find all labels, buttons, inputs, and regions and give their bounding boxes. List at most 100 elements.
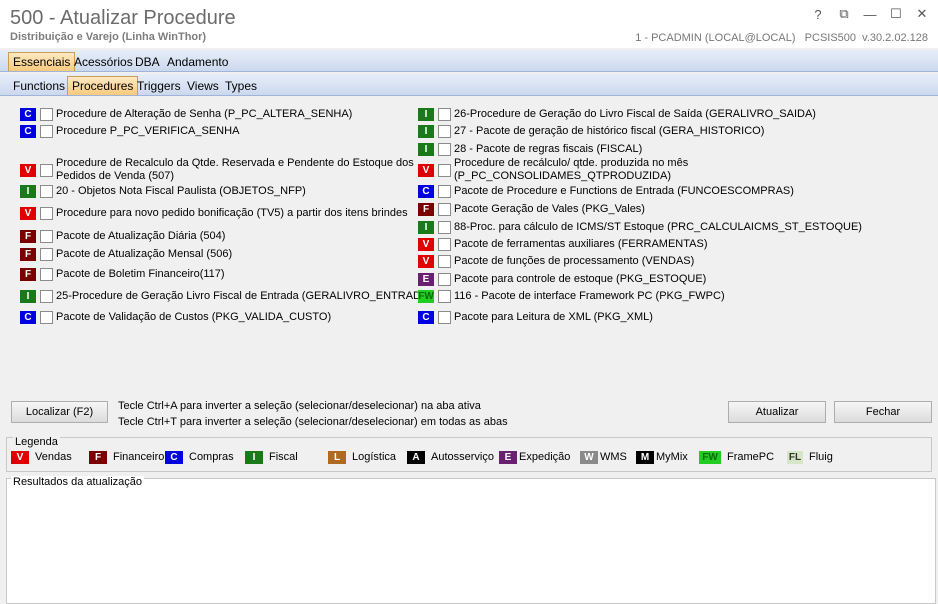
window-title: 500 - Atualizar Procedure <box>10 7 236 29</box>
procedure-label: Procedure de Alteração de Senha (P_PC_AL… <box>56 107 353 120</box>
legend-label: Fiscal <box>269 451 298 463</box>
procedure-item[interactable]: I 26-Procedure de Geração do Livro Fisca… <box>418 105 816 123</box>
procedure-item[interactable]: C Pacote de Procedure e Functions de Ent… <box>418 182 794 200</box>
hint-ctrl-a: Tecle Ctrl+A para inverter a seleção (se… <box>118 400 481 412</box>
tab-procedures[interactable]: Procedures <box>67 76 139 95</box>
window-subtitle: Distribuição e Varejo (Linha WinThor) <box>10 31 207 43</box>
procedure-checkbox[interactable] <box>438 163 451 177</box>
legend-item: E Expedição <box>499 450 570 464</box>
legend-label: Autosserviço <box>431 451 494 463</box>
category-badge: F <box>20 267 36 281</box>
procedure-item[interactable]: I 25-Procedure de Geração Livro Fiscal d… <box>20 287 432 305</box>
legend-label: Logística <box>352 451 397 463</box>
localizar-button[interactable]: Localizar (F2) <box>11 401 108 423</box>
procedure-checkbox[interactable] <box>40 124 53 138</box>
procedure-item[interactable]: V Pacote de funções de processamento (VE… <box>418 252 694 270</box>
category-badge: V <box>418 254 434 268</box>
procedure-item[interactable]: V Procedure de recálculo/ qtde. produzid… <box>418 156 748 184</box>
close-icon[interactable]: ✕ <box>912 6 932 22</box>
procedure-label: Pacote de ferramentas auxiliares (FERRAM… <box>454 237 708 250</box>
legend-box: Legenda V Vendas F Financeiro C Compras … <box>6 436 932 472</box>
legend-badge: C <box>165 450 183 464</box>
window-controls: ? ⧉ — ☐ ✕ <box>808 6 932 22</box>
tab-dba[interactable]: DBA <box>130 52 165 71</box>
procedure-checkbox[interactable] <box>438 237 451 251</box>
fechar-button[interactable]: Fechar <box>834 401 932 423</box>
tab-functions[interactable]: Functions <box>8 76 70 95</box>
procedure-checkbox[interactable] <box>40 206 53 220</box>
procedure-checkbox[interactable] <box>438 184 451 198</box>
procedure-item[interactable]: V Pacote de ferramentas auxiliares (FERR… <box>418 235 708 253</box>
procedure-checkbox[interactable] <box>438 310 451 324</box>
procedure-item[interactable]: V Procedure de Recalculo da Qtde. Reserv… <box>20 156 415 184</box>
tab-views[interactable]: Views <box>182 76 224 95</box>
category-badge: FW <box>418 289 434 303</box>
procedure-checkbox[interactable] <box>438 220 451 234</box>
tab-andamento[interactable]: Andamento <box>162 52 233 71</box>
procedure-label: Procedure P_PC_VERIFICA_SENHA <box>56 124 240 137</box>
procedure-item[interactable]: C Procedure P_PC_VERIFICA_SENHA <box>20 122 239 140</box>
sub-tab-bar: Functions Procedures Triggers Views Type… <box>0 74 938 96</box>
procedure-label: Pacote para Leitura de XML (PKG_XML) <box>454 310 653 323</box>
procedure-item[interactable]: E Pacote para controle de estoque (PKG_E… <box>418 270 706 288</box>
procedure-checkbox[interactable] <box>438 142 451 156</box>
procedure-item[interactable]: F Pacote Geração de Vales (PKG_Vales) <box>418 200 645 218</box>
restore-icon[interactable]: ⧉ <box>834 6 854 22</box>
results-box[interactable]: Resultados da atualização <box>6 476 936 604</box>
atualizar-button[interactable]: Atualizar <box>728 401 826 423</box>
procedure-checkbox[interactable] <box>438 124 451 138</box>
procedure-item[interactable]: F Pacote de Atualização Mensal (506) <box>20 245 232 263</box>
tab-types[interactable]: Types <box>220 76 262 95</box>
legend-label: Financeiro <box>113 451 165 463</box>
legend-badge: W <box>580 450 598 464</box>
tab-essenciais[interactable]: Essenciais <box>8 52 76 71</box>
category-badge: V <box>418 163 434 177</box>
main-tab-bar: Essenciais Acessórios DBA Andamento <box>0 50 938 72</box>
results-title: Resultados da atualização <box>11 476 145 488</box>
procedure-checkbox[interactable] <box>438 202 451 216</box>
procedure-checkbox[interactable] <box>40 247 53 261</box>
procedure-item[interactable]: C Pacote para Leitura de XML (PKG_XML) <box>418 308 653 326</box>
procedure-checkbox[interactable] <box>40 267 53 281</box>
procedure-label: Pacote Geração de Vales (PKG_Vales) <box>454 202 645 215</box>
procedure-item[interactable]: I 88-Proc. para cálculo de ICMS/ST Estoq… <box>418 218 862 236</box>
procedure-checkbox[interactable] <box>40 229 53 243</box>
help-icon[interactable]: ? <box>808 6 828 22</box>
procedure-label: Pacote de funções de processamento (VEND… <box>454 254 695 267</box>
procedure-item[interactable]: C Pacote de Validação de Custos (PKG_VAL… <box>20 308 331 326</box>
maximize-icon[interactable]: ☐ <box>886 6 906 22</box>
tab-triggers[interactable]: Triggers <box>132 76 186 95</box>
title-bar: 500 - Atualizar Procedure Distribuição e… <box>0 0 938 48</box>
procedure-checkbox[interactable] <box>438 254 451 268</box>
legend-badge: V <box>11 450 29 464</box>
category-badge: I <box>418 220 434 234</box>
procedure-item[interactable]: I 20 - Objetos Nota Fiscal Paulista (OBJ… <box>20 182 306 200</box>
category-badge: C <box>20 310 36 324</box>
procedure-item[interactable]: I 27 - Pacote de geração de histórico fi… <box>418 122 764 140</box>
legend-item: A Autosserviço <box>407 450 494 464</box>
procedure-item[interactable]: F Pacote de Atualização Diária (504) <box>20 227 225 245</box>
procedure-checkbox[interactable] <box>40 184 53 198</box>
category-badge: I <box>418 142 434 156</box>
legend-item: L Logística <box>328 450 396 464</box>
procedure-checkbox[interactable] <box>438 107 451 121</box>
minimize-icon[interactable]: — <box>860 6 880 22</box>
procedure-checkbox[interactable] <box>40 163 53 177</box>
procedure-item[interactable]: FW 116 - Pacote de interface Framework P… <box>418 287 725 305</box>
legend-item: C Compras <box>165 450 234 464</box>
procedure-item[interactable]: C Procedure de Alteração de Senha (P_PC_… <box>20 105 352 123</box>
procedure-label: Pacote de Atualização Mensal (506) <box>56 247 233 260</box>
procedure-checkbox[interactable] <box>40 310 53 324</box>
category-badge: I <box>418 107 434 121</box>
legend-badge: F <box>89 450 107 464</box>
procedure-label: 26-Procedure de Geração do Livro Fiscal … <box>454 107 816 120</box>
procedure-checkbox[interactable] <box>40 289 53 303</box>
procedure-checkbox[interactable] <box>438 289 451 303</box>
procedure-checkbox[interactable] <box>40 107 53 121</box>
procedure-item[interactable]: F Pacote de Boletim Financeiro(117) <box>20 265 225 283</box>
tab-acessorios[interactable]: Acessórios <box>69 52 138 71</box>
procedure-item[interactable]: V Procedure para novo pedido bonificação… <box>20 204 408 222</box>
procedure-checkbox[interactable] <box>438 272 451 286</box>
legend-label: Expedição <box>519 451 571 463</box>
procedure-label: Procedure de Recalculo da Qtde. Reservad… <box>56 157 414 182</box>
